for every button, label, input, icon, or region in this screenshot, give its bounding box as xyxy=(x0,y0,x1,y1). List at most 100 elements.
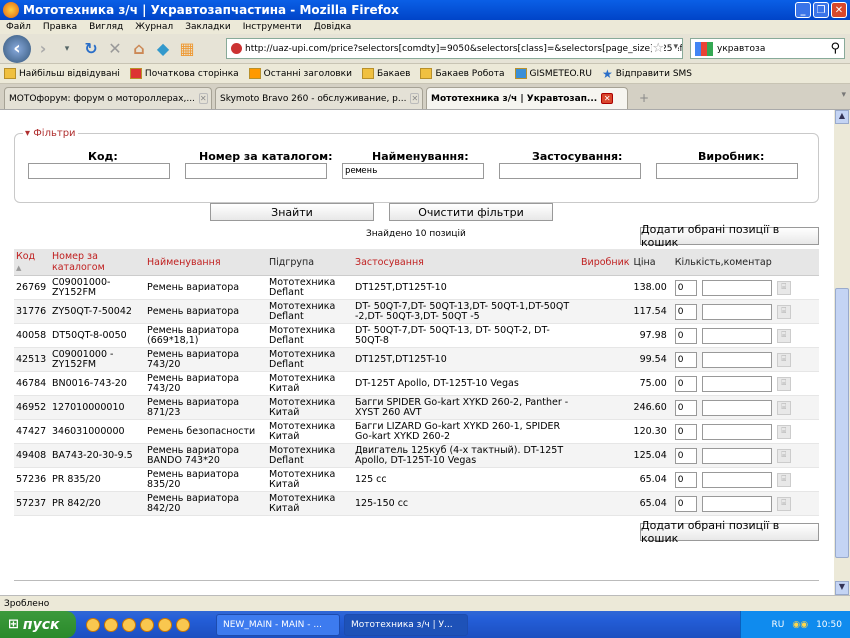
bookmark-start-page[interactable]: Початкова сторінка xyxy=(129,68,239,79)
quicklaunch-icon[interactable] xyxy=(86,617,100,632)
vertical-scrollbar[interactable]: ▲ ▼ xyxy=(834,110,850,595)
column-application-header[interactable]: Застосування xyxy=(353,249,579,276)
application-filter-input[interactable] xyxy=(499,163,641,179)
menu-view[interactable]: Вигляд xyxy=(89,22,123,32)
scroll-up-icon[interactable]: ▲ xyxy=(835,110,849,124)
quicklaunch-icon[interactable] xyxy=(158,617,172,632)
menu-edit[interactable]: Правка xyxy=(43,22,77,32)
bookmark-star-icon[interactable]: ☆ xyxy=(652,41,664,56)
close-tab-icon[interactable]: ✕ xyxy=(601,93,614,104)
reload-icon[interactable]: ↻ xyxy=(79,38,103,60)
find-button[interactable]: Знайти xyxy=(210,203,374,221)
start-button[interactable]: ⊞ пуск xyxy=(0,611,76,638)
taskbar-item-firefox[interactable]: Мототехника з/ч | У... xyxy=(344,613,468,636)
quantity-input[interactable]: 0 xyxy=(674,495,697,512)
menu-help[interactable]: Довідка xyxy=(314,22,352,32)
maker-filter-input[interactable] xyxy=(656,163,798,179)
name-filter-input[interactable]: ремень xyxy=(342,163,484,179)
quantity-input[interactable]: 0 xyxy=(674,279,697,296)
grid-icon[interactable]: ▦ xyxy=(175,38,199,60)
close-tab-icon[interactable]: ✕ xyxy=(198,93,208,104)
scroll-thumb[interactable] xyxy=(835,288,849,558)
add-to-cart-icon[interactable]: ⌸ xyxy=(776,400,791,415)
addon-icon[interactable]: ◆ xyxy=(151,38,175,60)
cell-maker xyxy=(579,467,632,492)
restore-button[interactable]: ❐ xyxy=(813,2,829,18)
column-name-header[interactable]: Найменування xyxy=(145,249,267,276)
comment-input[interactable] xyxy=(701,399,772,416)
history-dropdown-icon[interactable]: ▾ xyxy=(55,38,79,60)
add-to-cart-button-bottom[interactable]: Додати обрані позиції в кошик xyxy=(640,519,819,545)
close-tab-icon[interactable]: ✕ xyxy=(410,93,420,104)
tray-icons[interactable]: ◉◉ xyxy=(792,620,808,630)
quantity-input[interactable]: 0 xyxy=(674,447,697,464)
catalog-filter-input[interactable] xyxy=(185,163,327,179)
minimize-button[interactable]: _ xyxy=(795,2,811,18)
add-to-cart-icon[interactable]: ⌸ xyxy=(776,424,791,439)
column-catalog-header[interactable]: Номер за каталогом xyxy=(50,249,145,276)
add-to-cart-icon[interactable]: ⌸ xyxy=(776,328,791,343)
quicklaunch-icon[interactable] xyxy=(104,617,118,632)
add-to-cart-icon[interactable]: ⌸ xyxy=(776,304,791,319)
comment-input[interactable] xyxy=(701,471,772,488)
bookmark-most-visited[interactable]: Найбільш відвідувані xyxy=(4,68,120,79)
add-to-cart-icon[interactable]: ⌸ xyxy=(776,352,791,367)
forward-button[interactable]: › xyxy=(31,38,55,60)
bookmark-send-sms[interactable]: ★ Відправити SMS xyxy=(602,67,692,81)
quicklaunch-icon[interactable] xyxy=(140,617,154,632)
column-maker-header[interactable]: Виробник xyxy=(579,249,632,276)
comment-input[interactable] xyxy=(701,351,772,368)
tab-list-icon[interactable]: ▾ xyxy=(841,90,846,100)
tab-skymoto[interactable]: Skymoto Bravo 260 - обслуживание, р... ✕ xyxy=(215,87,423,109)
comment-input[interactable] xyxy=(701,279,772,296)
stop-icon[interactable]: ✕ xyxy=(103,38,127,60)
quantity-input[interactable]: 0 xyxy=(674,423,697,440)
code-filter-input[interactable] xyxy=(28,163,170,179)
bookmark-folder-bakaev-work[interactable]: Бакаев Робота xyxy=(420,68,505,79)
scroll-down-icon[interactable]: ▼ xyxy=(835,581,849,595)
add-to-cart-icon[interactable]: ⌸ xyxy=(776,472,791,487)
comment-input[interactable] xyxy=(701,447,772,464)
bookmark-folder-bakaev[interactable]: Бакаев xyxy=(361,68,410,79)
quantity-input[interactable]: 0 xyxy=(674,303,697,320)
search-bar[interactable]: укравтоза ⚲ xyxy=(690,38,845,59)
comment-input[interactable] xyxy=(701,495,772,512)
menu-file[interactable]: Файл xyxy=(6,22,31,32)
add-to-cart-icon[interactable]: ⌸ xyxy=(776,376,791,391)
taskbar-item-main[interactable]: NEW_MAIN - MAIN - ... xyxy=(216,613,340,636)
comment-input[interactable] xyxy=(701,303,772,320)
comment-input[interactable] xyxy=(701,375,772,392)
search-engine-icon[interactable] xyxy=(695,41,713,56)
comment-input[interactable] xyxy=(701,327,772,344)
quicklaunch-icon[interactable] xyxy=(176,617,190,632)
new-tab-button[interactable]: + xyxy=(631,91,657,109)
add-to-cart-icon[interactable]: ⌸ xyxy=(776,496,791,511)
column-code-header[interactable]: Код ▲ xyxy=(14,249,50,276)
bookmark-latest-headlines[interactable]: Останні заголовки xyxy=(248,68,352,79)
menu-bookmarks[interactable]: Закладки xyxy=(185,22,231,32)
close-window-button[interactable]: ✕ xyxy=(831,2,847,18)
menu-tools[interactable]: Інструменти xyxy=(243,22,302,32)
tab-motoforum[interactable]: МОТОфорум: форум о мотороллерах,... ✕ xyxy=(4,87,212,109)
add-to-cart-icon[interactable]: ⌸ xyxy=(776,448,791,463)
tab-motorparts[interactable]: Мототехника з/ч | Укравтозап... ✕ xyxy=(426,87,628,109)
comment-input[interactable] xyxy=(701,423,772,440)
add-to-cart-icon[interactable]: ⌸ xyxy=(776,280,791,295)
filters-toggle[interactable]: ▾ Фільтри xyxy=(23,128,78,139)
quantity-input[interactable]: 0 xyxy=(674,399,697,416)
menu-history[interactable]: Журнал xyxy=(135,22,173,32)
quantity-input[interactable]: 0 xyxy=(674,327,697,344)
search-icon[interactable]: ⚲ xyxy=(830,41,840,56)
quicklaunch-icon[interactable] xyxy=(122,617,136,632)
add-to-cart-button-top[interactable]: Додати обрані позиції в кошик xyxy=(640,223,819,249)
home-icon[interactable]: ⌂ xyxy=(127,38,151,60)
back-button[interactable]: ‹ xyxy=(3,34,31,63)
quantity-input[interactable]: 0 xyxy=(674,351,697,368)
language-indicator[interactable]: RU xyxy=(772,620,785,630)
quantity-input[interactable]: 0 xyxy=(674,375,697,392)
url-dropdown-icon[interactable]: ▾ xyxy=(673,42,678,52)
bookmark-gismeteo[interactable]: GISMETEO.RU xyxy=(514,68,592,79)
address-bar[interactable]: http://uaz-upi.com/price?selectors[comdt… xyxy=(226,38,683,59)
quantity-input[interactable]: 0 xyxy=(674,471,697,488)
clear-filters-button[interactable]: Очистити фільтри xyxy=(389,203,553,221)
